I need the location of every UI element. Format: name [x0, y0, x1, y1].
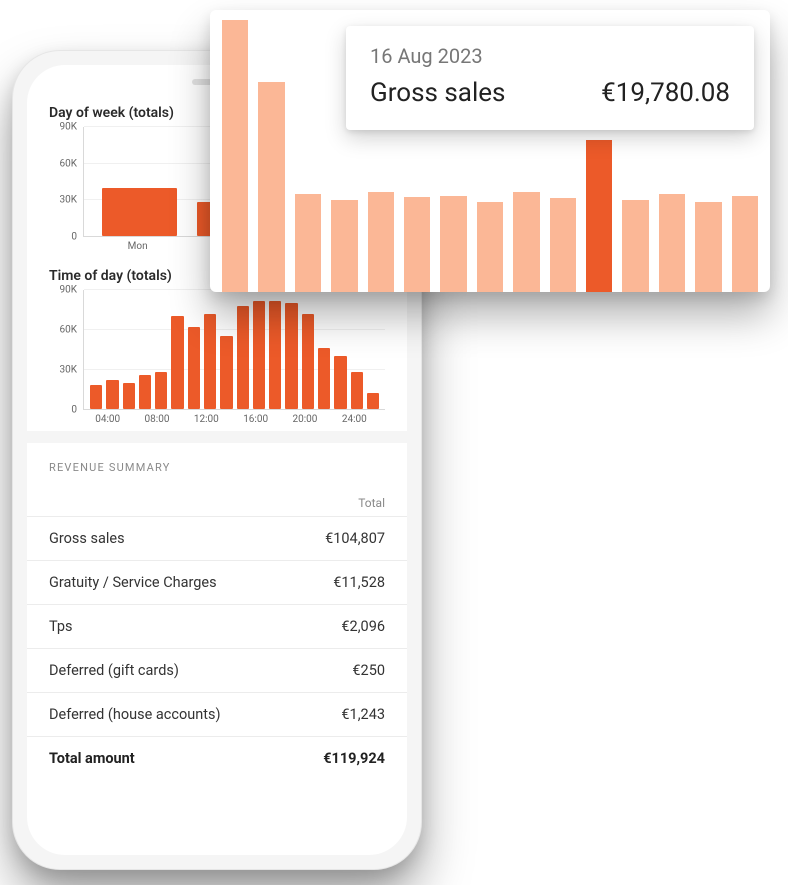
summary-row[interactable]: Tps €2,096 [27, 604, 407, 648]
dow-bar[interactable] [102, 188, 177, 236]
summary-row-value: €11,528 [333, 574, 385, 591]
tod-bar[interactable] [123, 383, 135, 409]
tod-bar[interactable] [171, 316, 183, 409]
tod-bar[interactable] [106, 380, 118, 409]
tod-bar[interactable] [285, 303, 297, 409]
tod-bar[interactable] [90, 385, 102, 409]
summary-row-label: Deferred (gift cards) [49, 662, 179, 679]
dow-yaxis: 90K60K30K0 [49, 127, 83, 237]
summary-total-row: Total amount €119,924 [27, 736, 407, 780]
summary-row-label: Tps [49, 618, 73, 635]
overlay-bar[interactable] [695, 202, 721, 292]
summary-row-label: Deferred (house accounts) [49, 706, 221, 723]
overlay-bar[interactable] [295, 194, 321, 292]
overlay-bar[interactable] [258, 82, 284, 292]
summary-row-label: Gross sales [49, 530, 125, 547]
summary-row-label: Gratuity / Service Charges [49, 574, 217, 591]
tod-bar[interactable] [220, 336, 232, 409]
tooltip-date: 16 Aug 2023 [370, 44, 730, 68]
summary-heading: REVENUE SUMMARY [27, 443, 407, 478]
tod-bar[interactable] [302, 314, 314, 409]
tod-bar[interactable] [155, 372, 167, 409]
tooltip-value: €19,780.08 [601, 78, 730, 108]
summary-table: Gross sales €104,807 Gratuity / Service Ch… [27, 516, 407, 736]
tod-bar[interactable] [139, 375, 151, 409]
tod-bar[interactable] [253, 301, 265, 409]
overlay-bar[interactable] [222, 20, 248, 292]
tod-bar[interactable] [318, 348, 330, 409]
overlay-bar[interactable] [586, 140, 612, 292]
overlay-bar[interactable] [477, 202, 503, 292]
overlay-bar[interactable] [331, 200, 357, 292]
tod-bar[interactable] [204, 314, 216, 409]
overlay-bar[interactable] [732, 196, 758, 292]
summary-total-header: Total [27, 478, 407, 516]
summary-row[interactable]: Deferred (gift cards) €250 [27, 648, 407, 692]
summary-total-value: €119,924 [323, 750, 385, 767]
summary-row-value: €104,807 [325, 530, 385, 547]
tod-plot [83, 290, 385, 410]
summary-total-label: Total amount [49, 750, 135, 767]
overlay-tooltip: 16 Aug 2023 Gross sales €19,780.08 [346, 26, 754, 130]
tod-yaxis: 90K60K30K0 [49, 290, 83, 410]
tod-bar[interactable] [351, 372, 363, 409]
overlay-card: 16 Aug 2023 Gross sales €19,780.08 [210, 10, 770, 292]
overlay-bar[interactable] [404, 197, 430, 292]
tooltip-metric: Gross sales [370, 78, 505, 108]
overlay-bar[interactable] [368, 192, 394, 292]
tod-bar[interactable] [269, 301, 281, 409]
tod-chart[interactable]: 90K60K30K0 [49, 290, 385, 410]
summary-row[interactable]: Gross sales €104,807 [27, 516, 407, 560]
tod-bar[interactable] [237, 306, 249, 409]
tod-bar[interactable] [188, 327, 200, 409]
tod-bar[interactable] [334, 356, 346, 409]
section-divider [27, 431, 407, 443]
summary-row-value: €250 [352, 662, 385, 679]
summary-row[interactable]: Gratuity / Service Charges €11,528 [27, 560, 407, 604]
tod-xaxis: 04:0008:0012:0016:0020:0024:00 [49, 414, 385, 425]
summary-row[interactable]: Deferred (house accounts) €1,243 [27, 692, 407, 736]
overlay-bar[interactable] [440, 196, 466, 292]
overlay-bar[interactable] [550, 198, 576, 292]
summary-row-value: €2,096 [341, 618, 385, 635]
overlay-bar[interactable] [622, 200, 648, 292]
overlay-bar[interactable] [659, 194, 685, 292]
overlay-bar[interactable] [513, 192, 539, 292]
tod-bar[interactable] [367, 393, 379, 409]
summary-row-value: €1,243 [341, 706, 385, 723]
